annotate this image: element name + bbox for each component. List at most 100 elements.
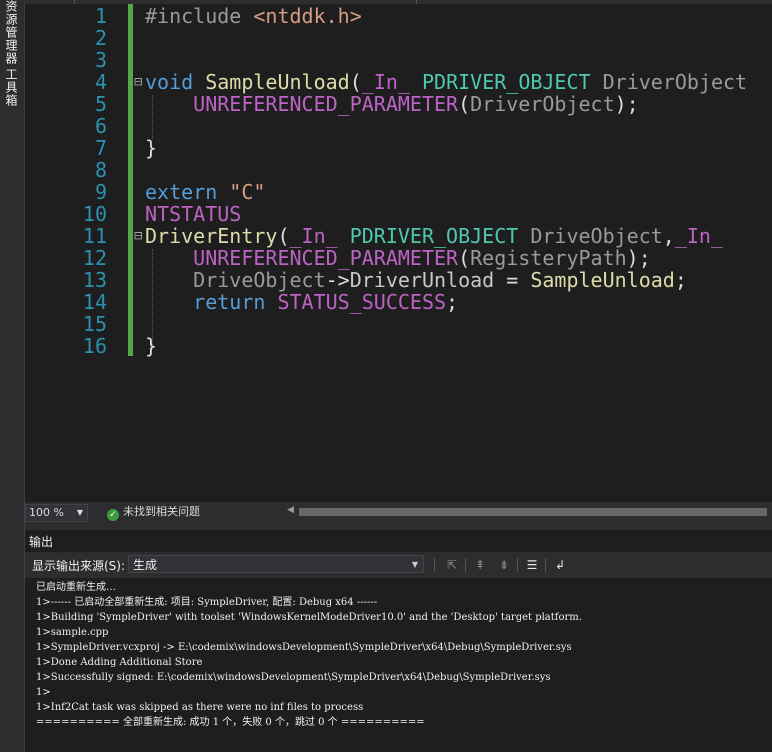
type-name: PDRIVER_OBJECT xyxy=(421,70,603,94)
punctuation: ); xyxy=(614,92,639,116)
code-line-14: return STATUS_SUCCESS; xyxy=(145,291,458,313)
fold-toggle-icon[interactable]: ⊟ xyxy=(134,71,142,93)
preprocessor-directive: #include xyxy=(145,4,254,28)
output-line: 1>sample.cpp xyxy=(36,627,109,638)
panel-splitter[interactable] xyxy=(25,522,772,530)
change-tracking-bar xyxy=(128,4,133,356)
annotation-macro: _In_ xyxy=(361,70,422,94)
output-line: ========== 全部重新生成: 成功 1 个，失败 0 个，跳过 0 个 … xyxy=(36,717,425,728)
output-source-select[interactable]: 生成 ▼ xyxy=(128,555,424,573)
line-number: 2 xyxy=(94,26,107,50)
toolbar-separator xyxy=(545,558,546,572)
line-number: 13 xyxy=(82,268,107,292)
punctuation: ( xyxy=(458,246,471,270)
code-line-4: void SampleUnload(_In_ PDRIVER_OBJECT Dr… xyxy=(145,71,747,93)
horizontal-scrollbar[interactable]: ◀ xyxy=(287,505,767,518)
output-line: 1>Done Adding Additional Store xyxy=(36,657,203,668)
code-line-7: } xyxy=(145,137,157,159)
line-number: 14 xyxy=(82,290,107,314)
output-toolbar: 显示输出来源(S): 生成 ▼ ⇱ ⇞ ⇟ ☰ ↲ xyxy=(25,552,772,578)
line-number: 7 xyxy=(94,136,107,160)
output-text-area[interactable]: 已启动重新生成… 1>------ 已启动全部重新生成: 项目: SympleD… xyxy=(36,580,582,730)
closing-brace: } xyxy=(145,334,158,358)
operator: -> xyxy=(325,268,350,292)
output-line: 1> xyxy=(36,687,51,698)
output-line: 1>SympleDriver.vcxproj -> E:\codemix\win… xyxy=(36,642,572,653)
line-number: 10 xyxy=(82,202,107,226)
output-line: 1>------ 已启动全部重新生成: 项目: SympleDriver, 配置… xyxy=(36,597,378,608)
type-name: NTSTATUS xyxy=(145,202,242,226)
line-number: 16 xyxy=(82,334,107,358)
keyword: extern xyxy=(145,180,230,204)
annotation-macro: _In_ xyxy=(289,224,350,248)
include-header: <ntddk.h> xyxy=(253,4,362,28)
output-source-label: 显示输出来源(S): xyxy=(32,559,126,573)
output-line: 1>Successfully signed: E:\codemix\window… xyxy=(36,672,551,683)
zoom-level: 100 % xyxy=(29,506,64,519)
previous-message-icon[interactable]: ⇞ xyxy=(471,556,489,574)
parameter: RegisteryPath xyxy=(470,246,627,270)
toolbar-separator xyxy=(517,558,518,572)
chevron-down-icon: ▼ xyxy=(411,560,418,569)
line-number: 15 xyxy=(82,312,107,336)
function-name: SampleUnload xyxy=(205,70,350,94)
punctuation: ( xyxy=(458,92,471,116)
function-name: DriverEntry xyxy=(145,224,278,248)
solution-explorer-tab[interactable]: 资源管理器 xyxy=(3,0,20,65)
parameter: DriveObject xyxy=(193,268,326,292)
keyword: void xyxy=(145,70,206,94)
code-editor[interactable]: 1 2 3 4 5 6 7 8 9 10 11 12 13 14 15 16 ⊟… xyxy=(25,4,772,502)
closing-brace: } xyxy=(145,136,158,160)
keyword: return xyxy=(193,290,278,314)
macro: STATUS_SUCCESS xyxy=(277,290,447,314)
punctuation: ( xyxy=(277,224,290,248)
code-line-11: DriverEntry(_In_ PDRIVER_OBJECT DriveObj… xyxy=(145,225,735,247)
parameter: DriverObject xyxy=(602,70,748,94)
line-number: 11 xyxy=(82,224,107,248)
code-line-10: NTSTATUS xyxy=(145,203,241,225)
code-line-1: #include <ntddk.h> xyxy=(145,5,362,27)
word-wrap-icon[interactable]: ↲ xyxy=(551,556,569,574)
output-source-value: 生成 xyxy=(133,558,158,572)
line-number: 4 xyxy=(94,70,107,94)
toolbar-separator xyxy=(465,558,466,572)
scrollbar-thumb[interactable] xyxy=(299,508,767,516)
zoom-dropdown[interactable]: 100 % ▼ xyxy=(25,504,88,522)
clear-all-icon[interactable]: ☰ xyxy=(523,556,541,574)
macro: UNREFERENCED_PARAMETER xyxy=(193,92,459,116)
line-number: 9 xyxy=(94,180,107,204)
code-line-12: UNREFERENCED_PARAMETER(RegisteryPath); xyxy=(145,247,651,269)
operator: = xyxy=(494,268,531,292)
line-number: 12 xyxy=(82,246,107,270)
punctuation: ( xyxy=(349,70,362,94)
toolbox-tab[interactable]: 工具箱 xyxy=(3,68,20,107)
chevron-down-icon: ▼ xyxy=(76,508,83,517)
code-line-5: UNREFERENCED_PARAMETER(DriverObject); xyxy=(145,93,639,115)
type-name: PDRIVER_OBJECT xyxy=(349,224,531,248)
line-number: 1 xyxy=(94,4,107,28)
side-tool-strip: 资源管理器 工具箱 xyxy=(0,0,25,752)
line-number: 5 xyxy=(94,92,107,116)
issues-text: 未找到相关问题 xyxy=(123,505,200,518)
code-line-9: extern "C" xyxy=(145,181,265,203)
string-literal: "C" xyxy=(229,180,266,204)
goto-location-icon[interactable]: ⇱ xyxy=(443,556,461,574)
function-name: SampleUnload xyxy=(530,268,675,292)
next-message-icon[interactable]: ⇟ xyxy=(495,556,513,574)
output-panel: 输出 显示输出来源(S): 生成 ▼ ⇱ ⇞ ⇟ ☰ ↲ 已启动重新生成… 1>… xyxy=(25,522,772,752)
output-line: 已启动重新生成… xyxy=(36,582,116,593)
issues-indicator[interactable]: ✓ 未找到相关问题 xyxy=(107,505,200,521)
member: DriverUnload xyxy=(349,268,495,292)
punctuation: ; xyxy=(446,290,459,314)
parameter: DriverObject xyxy=(470,92,615,116)
line-number: 6 xyxy=(94,114,107,138)
line-number: 8 xyxy=(94,158,107,182)
code-line-16: } xyxy=(145,335,157,357)
macro: UNREFERENCED_PARAMETER xyxy=(193,246,459,270)
line-number-gutter: 1 2 3 4 5 6 7 8 9 10 11 12 13 14 15 16 xyxy=(25,4,125,502)
parameter: DriveObject xyxy=(530,224,663,248)
scroll-left-icon[interactable]: ◀ xyxy=(287,505,294,515)
fold-toggle-icon[interactable]: ⊟ xyxy=(134,225,142,247)
check-circle-icon: ✓ xyxy=(107,509,119,521)
output-panel-title: 输出 xyxy=(29,535,54,549)
